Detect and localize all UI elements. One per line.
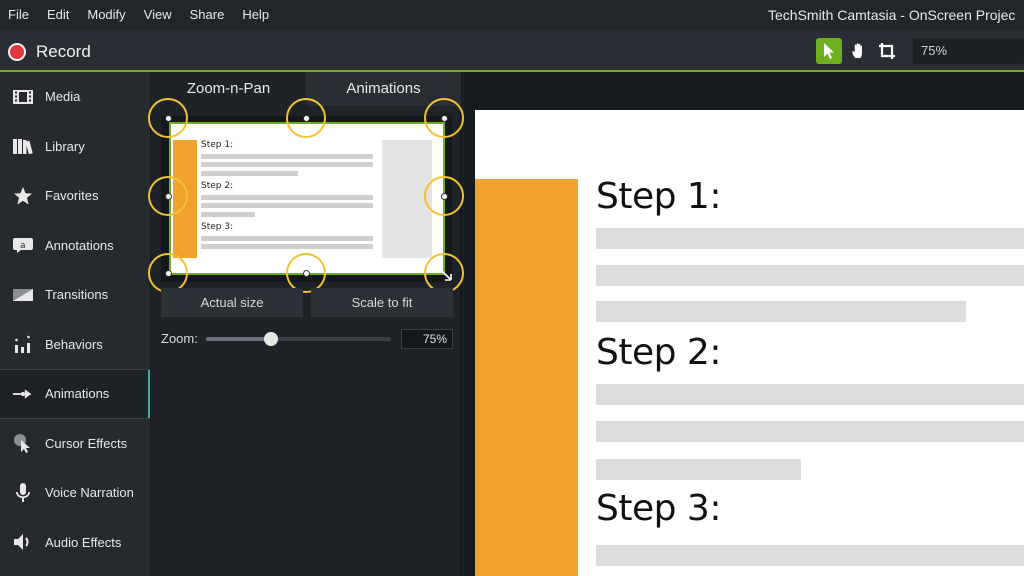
sidebar-item-library[interactable]: Library (0, 122, 150, 172)
sidebar-item-media[interactable]: Media (0, 72, 150, 122)
select-tool-button[interactable] (816, 38, 842, 64)
toolbar: Record 75% (0, 30, 1024, 72)
microphone-icon (12, 482, 34, 504)
resize-handle-top-left[interactable] (165, 115, 172, 122)
slide-orange-bar (475, 179, 578, 576)
sidebar-item-label: Behaviors (45, 336, 103, 352)
menu-edit[interactable]: Edit (38, 0, 78, 30)
content-bar (596, 384, 1024, 405)
cursor-effects-icon (12, 432, 34, 454)
star-icon (12, 185, 34, 207)
menu-bar: File Edit Modify View Share Help TechSmi… (0, 0, 1024, 30)
sidebar-item-annotations[interactable]: a Annotations (0, 221, 150, 271)
scale-to-fit-button[interactable]: Scale to fit (311, 288, 453, 317)
menu-view[interactable]: View (135, 0, 181, 30)
canvas-stage: Step 1: Step 2: Step 3: (464, 72, 1024, 576)
sidebar-item-label: Animations (45, 386, 110, 402)
slide-canvas[interactable]: Step 1: Step 2: Step 3: (475, 110, 1024, 576)
crop-tool-button[interactable] (874, 38, 900, 64)
mini-text-bar (201, 244, 373, 249)
sidebar-item-label: Annotations (45, 237, 114, 253)
step-2-heading: Step 2: (596, 332, 721, 373)
resize-handle-top-center[interactable] (303, 115, 310, 122)
mini-text-bar (201, 162, 373, 167)
mini-text-bar (201, 236, 373, 241)
sidebar-item-cursor-effects[interactable]: Cursor Effects (0, 419, 150, 469)
resize-handle-middle-left[interactable] (165, 193, 172, 200)
mini-step-1: Step 1: (201, 140, 234, 150)
mini-text-bar (201, 203, 373, 208)
menu-modify[interactable]: Modify (78, 0, 134, 30)
sidebar-item-audio-effects[interactable]: Audio Effects (0, 518, 150, 568)
behaviors-icon (12, 333, 34, 355)
resize-handle-bottom-left[interactable] (165, 270, 172, 277)
mini-text-bar (201, 171, 298, 176)
camtasia-window: File Edit Modify View Share Help TechSmi… (0, 0, 1024, 576)
animation-arrow-icon (12, 383, 34, 405)
step-1-heading: Step 1: (596, 176, 721, 217)
step-3-heading: Step 3: (596, 488, 721, 529)
arrow-pointer-icon (824, 43, 834, 59)
mini-step-2: Step 2: (201, 181, 234, 191)
sidebar-item-label: Transitions (45, 287, 109, 303)
resize-handle-bottom-center[interactable] (303, 270, 310, 277)
mini-text-bar (201, 154, 373, 159)
menu-help[interactable]: Help (233, 0, 278, 30)
menu-items: File Edit Modify View Share Help (0, 0, 278, 30)
zoom-label: Zoom: (161, 331, 198, 346)
sidebar-item-animations[interactable]: Animations (0, 369, 150, 419)
menu-file[interactable]: File (0, 0, 38, 30)
sidebar-item-label: Library (45, 138, 85, 154)
record-label: Record (36, 42, 91, 61)
transition-icon (12, 284, 34, 306)
content-bar (596, 265, 1024, 286)
sidebar-item-transitions[interactable]: Transitions (0, 270, 150, 320)
sidebar-item-behaviors[interactable]: Behaviors (0, 320, 150, 370)
pan-tool-button[interactable] (846, 38, 872, 64)
annotation-icon: a (12, 234, 34, 256)
mini-step-3: Step 3: (201, 222, 234, 232)
film-strip-icon (12, 86, 34, 108)
content-bar (596, 545, 1024, 566)
crop-icon (879, 43, 895, 59)
hand-pan-icon (852, 43, 862, 58)
canvas-zoom-dropdown[interactable]: 75% (913, 38, 1024, 64)
sidebar-item-favorites[interactable]: Favorites (0, 171, 150, 221)
window-title: TechSmith Camtasia - OnScreen Projec (768, 7, 1016, 23)
zoom-n-pan-panel: Zoom-n-Pan Animations Step 1: Step 2: St… (148, 72, 464, 576)
mini-text-bar (201, 195, 373, 200)
zoom-value-field[interactable]: 75% (401, 329, 453, 349)
actual-size-button[interactable]: Actual size (161, 288, 303, 317)
sidebar-item-label: Cursor Effects (45, 435, 128, 451)
content-bar (596, 459, 801, 480)
mini-text-bar (201, 212, 255, 217)
zoom-slider[interactable] (206, 332, 391, 346)
sidebar-item-label: Voice Narration (45, 485, 134, 501)
svg-text:a: a (20, 241, 26, 251)
content-bar (596, 421, 1024, 442)
content-bar (596, 301, 966, 322)
sidebar-item-label: Favorites (45, 188, 99, 204)
record-button[interactable]: Record (8, 40, 91, 64)
speaker-icon (12, 531, 34, 553)
resize-diagonal-icon[interactable] (432, 261, 454, 283)
zoom-preview[interactable]: Step 1: Step 2: Step 3: (148, 98, 464, 293)
resize-handle-top-right[interactable] (441, 115, 448, 122)
zoom-slider-thumb[interactable] (263, 332, 278, 346)
library-books-icon (12, 135, 34, 157)
record-icon (8, 43, 26, 61)
resize-handle-middle-right[interactable] (441, 193, 448, 200)
sidebar-item-label: Media (45, 89, 81, 105)
sidebar: Media Library Favorites a Annotations Tr… (0, 72, 151, 576)
menu-share[interactable]: Share (181, 0, 234, 30)
content-bar (596, 228, 1024, 249)
zoom-slider-fill (206, 337, 271, 341)
sidebar-item-label: Audio Effects (45, 534, 122, 550)
sidebar-item-voice-narration[interactable]: Voice Narration (0, 468, 150, 518)
